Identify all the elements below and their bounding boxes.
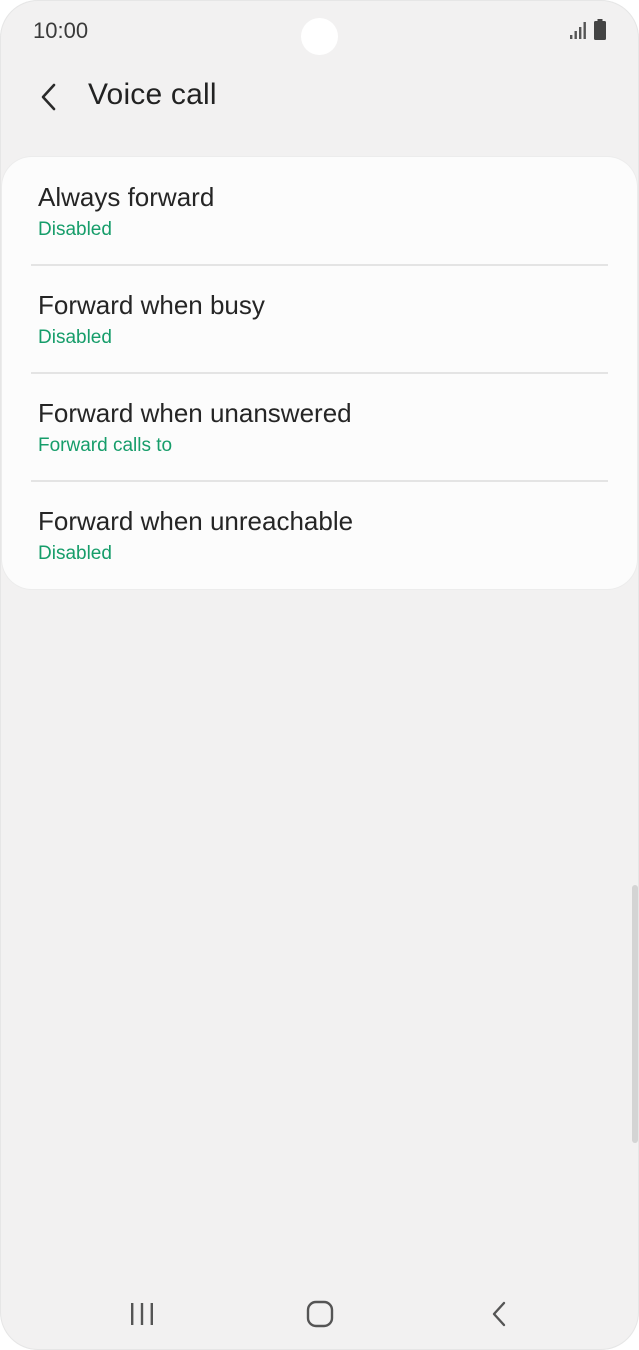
battery-icon bbox=[594, 19, 606, 40]
list-item-forward-when-busy[interactable]: Forward when busy Disabled bbox=[2, 265, 637, 373]
list-item-status: Disabled bbox=[38, 543, 112, 564]
list-item-title: Forward when unreachable bbox=[38, 506, 354, 536]
scrollbar[interactable] bbox=[632, 885, 638, 1143]
list-item-always-forward[interactable]: Always forward Disabled bbox=[2, 157, 637, 265]
list-item-forward-when-unreachable[interactable]: Forward when unreachable Disabled bbox=[2, 481, 637, 589]
list-item-status: Disabled bbox=[38, 219, 112, 240]
phone-screen: 10:00 Voice call Always forward Disabled… bbox=[0, 0, 639, 1350]
list-item-status: Forward calls to bbox=[38, 435, 173, 456]
recents-button[interactable] bbox=[112, 1290, 172, 1338]
back-icon bbox=[492, 1301, 506, 1327]
navigation-bar bbox=[0, 1280, 639, 1350]
list-item-title: Always forward bbox=[38, 182, 215, 212]
list-item-title: Forward when busy bbox=[38, 290, 265, 320]
list-item-forward-when-unanswered[interactable]: Forward when unanswered Forward calls to bbox=[2, 373, 637, 481]
signal-icon bbox=[570, 22, 586, 39]
front-camera-cutout bbox=[301, 18, 338, 55]
nav-back-button[interactable] bbox=[469, 1290, 529, 1338]
status-bar: 10:00 bbox=[0, 0, 639, 62]
chevron-left-icon bbox=[41, 83, 56, 111]
list-item-title: Forward when unanswered bbox=[38, 398, 352, 428]
call-forwarding-options-card: Always forward Disabled Forward when bus… bbox=[2, 157, 637, 589]
page-title: Voice call bbox=[88, 78, 217, 111]
status-time: 10:00 bbox=[33, 18, 89, 43]
app-header: Voice call bbox=[0, 62, 639, 132]
list-item-status: Disabled bbox=[38, 327, 112, 348]
recents-icon bbox=[131, 1303, 153, 1325]
home-icon bbox=[306, 1300, 334, 1328]
home-button[interactable] bbox=[290, 1290, 350, 1338]
back-button[interactable] bbox=[28, 76, 70, 118]
